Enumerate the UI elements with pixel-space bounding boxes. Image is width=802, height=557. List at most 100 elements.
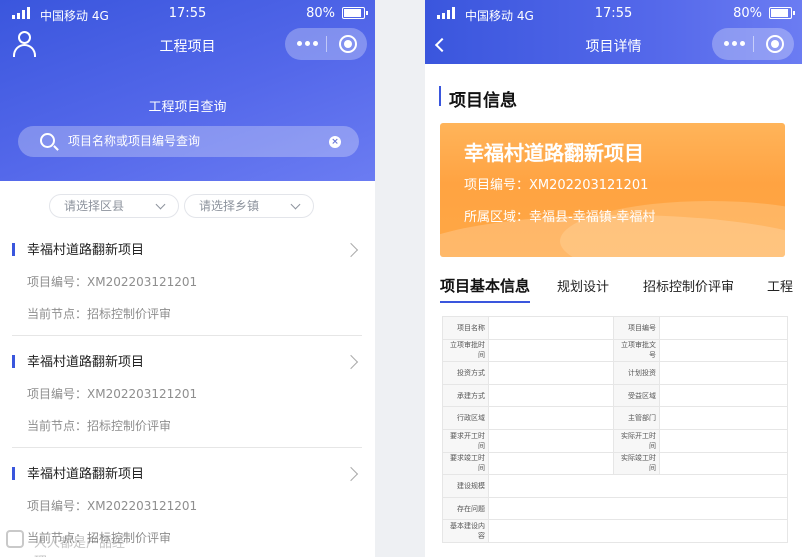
screen-gap [375,0,425,557]
field-value [488,383,614,408]
field-label: 项目编号 [613,316,660,340]
field-value [659,428,788,453]
field-value [488,338,614,363]
field-value [659,406,788,430]
card-title: 幸福村道路翻新项目 [464,141,644,165]
field-value [659,383,788,408]
table-row: 行政区域 主管部门 [442,406,788,430]
table-row: 要求竣工时间 实际竣工时间 [442,451,788,476]
tab-bid-price-review[interactable]: 招标控制价评审 [643,276,734,295]
field-label: 项目名称 [442,316,489,340]
battery-icon [769,7,795,19]
chevron-right-icon [343,354,359,370]
close-target-icon[interactable] [339,35,357,53]
field-label: 实际开工时间 [613,428,660,453]
field-value [488,474,788,498]
project-title: 幸福村道路翻新项目 [27,355,145,370]
table-row: 立项审批时间 立项审批文号 [442,338,788,363]
field-value [488,519,788,543]
field-label: 承建方式 [442,383,489,408]
miniprogram-capsule [285,28,367,60]
field-label: 计划投资 [613,361,660,385]
battery-icon [342,7,368,19]
field-value [488,406,614,430]
table-row: 建设规模 [442,474,788,498]
table-row: 承建方式 受益区域 [442,383,788,408]
tab-basic-info[interactable]: 项目基本信息 [440,275,531,303]
project-node: 当前节点：招标控制价评审 [27,419,172,433]
watermark: 人人都是产品经理 [6,528,126,557]
table-row: 要求开工时间 实际开工时间 [442,428,788,453]
project-code: 项目编号：XM202203121201 [27,387,198,401]
table-row: 存在问题 [442,496,788,521]
field-value [659,451,788,476]
watermark-text: 人人都是产品经理 [34,536,126,557]
filters: 请选择区县 请选择乡镇 [49,194,319,218]
search-box[interactable]: × [18,126,359,157]
list-item[interactable]: 幸福村道路翻新项目 项目编号：XM202203121201 当前节点：招标控制价… [12,336,362,448]
project-title: 幸福村道路翻新项目 [27,243,145,258]
town-select[interactable]: 请选择乡镇 [184,194,314,218]
query-title: 工程项目查询 [148,100,227,115]
district-select[interactable]: 请选择区县 [49,194,179,218]
town-select-label: 请选择乡镇 [199,199,260,213]
chevron-down-icon [290,199,301,210]
field-label: 受益区域 [613,383,660,408]
table-row: 投资方式 计划投资 [442,361,788,385]
status-bar: 中国移动 4G 17:55 80% [425,0,802,28]
card-code: 项目编号：XM202203121201 [464,178,649,193]
card-region: 所属区域：幸福县-幸福镇-幸福村 [464,210,656,225]
field-label: 立项审批文号 [613,338,660,363]
field-value [488,316,614,340]
field-label: 实际竣工时间 [613,451,660,476]
table-row: 项目名称 项目编号 [442,316,788,340]
field-label: 行政区域 [442,406,489,430]
battery-percent: 80% [306,6,335,21]
field-label: 立项审批时间 [442,338,489,363]
field-value [488,428,614,453]
project-node: 当前节点：招标控制价评审 [27,307,172,321]
detail-header: 中国移动 4G 17:55 80% 项目详情 [425,0,802,64]
project-info-card: 幸福村道路翻新项目 项目编号：XM202203121201 所属区域：幸福县-幸… [440,123,785,257]
field-value [488,496,788,521]
close-target-icon[interactable] [766,35,784,53]
project-title: 幸福村道路翻新项目 [27,467,145,482]
detail-tabs: 项目基本信息 规划设计 招标控制价评审 工程 [440,273,802,303]
battery-percent: 80% [733,6,762,21]
tab-planning-design[interactable]: 规划设计 [557,276,609,295]
chevron-down-icon [155,199,166,210]
field-value [659,338,788,363]
field-label: 基本建设内容 [442,519,489,543]
field-value [488,451,614,476]
list-item[interactable]: 幸福村道路翻新项目 项目编号：XM202203121201 当前节点：招标控制价… [12,224,362,336]
field-label: 建设规模 [442,474,489,498]
field-label: 投资方式 [442,361,489,385]
search-icon [40,133,55,148]
tab-engineering[interactable]: 工程 [767,276,793,295]
field-label: 要求开工时间 [442,428,489,453]
clear-icon[interactable]: × [329,136,341,148]
project-code: 项目编号：XM202203121201 [27,499,198,513]
chevron-right-icon [343,466,359,482]
chevron-right-icon [343,242,359,258]
field-label: 主管部门 [613,406,660,430]
watermark-logo-icon [6,530,24,548]
project-list-screen: 中国移动 4G 17:55 80% 工程项目 工程项目查询 × 请选择区县 请选… [0,0,375,557]
project-code: 项目编号：XM202203121201 [27,275,198,289]
list-header: 中国移动 4G 17:55 80% 工程项目 工程项目查询 × [0,0,375,181]
field-value [659,361,788,385]
basic-info-table: 项目名称 项目编号 立项审批时间 立项审批文号 投资方式 计划投资 承建方式 受益区域 行政区域… [442,316,788,543]
search-input[interactable] [68,131,328,151]
miniprogram-capsule [712,28,794,60]
status-bar: 中国移动 4G 17:55 80% [0,0,375,28]
more-icon[interactable] [297,41,319,47]
project-detail-screen: 中国移动 4G 17:55 80% 项目详情 项目信息 幸福村道路翻新项目 项目… [425,0,802,557]
table-row: 基本建设内容 [442,519,788,543]
field-label: 要求竣工时间 [442,451,489,476]
field-value [659,316,788,340]
field-value [488,361,614,385]
project-list: 幸福村道路翻新项目 项目编号：XM202203121201 当前节点：招标控制价… [12,224,362,557]
field-label: 存在问题 [442,496,489,521]
district-select-label: 请选择区县 [64,199,125,213]
more-icon[interactable] [724,41,746,47]
